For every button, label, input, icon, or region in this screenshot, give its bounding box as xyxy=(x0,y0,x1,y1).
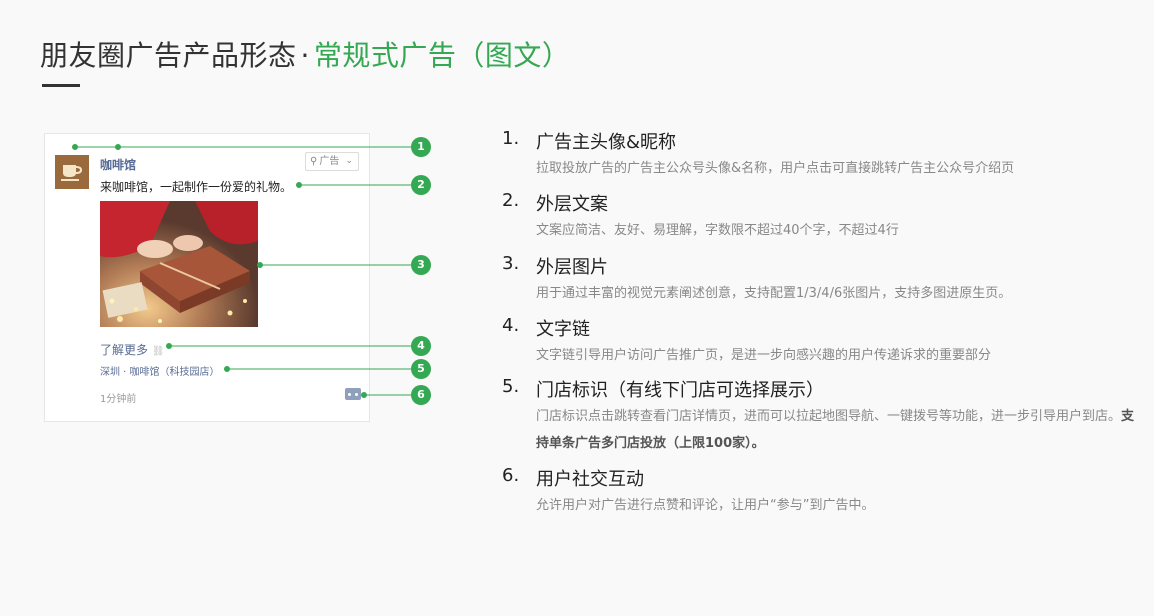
feature-title: 外层文案 xyxy=(536,194,608,215)
feature-number: 1. xyxy=(502,128,520,149)
feature-desc: 允许用户对广告进行点赞和评论，让用户“参与”到广告中。 xyxy=(536,498,875,513)
store-label[interactable]: 深圳 · 咖啡馆（科技园店） xyxy=(100,363,220,378)
feature-desc-text: 门店标识点击跳转查看门店详情页，进而可以拉起地图导航、一键拨号等功能，进一步引导… xyxy=(536,409,1122,424)
location-pin-icon: ⚲ xyxy=(310,156,318,167)
comment-icon[interactable] xyxy=(345,388,361,400)
callout-badge-5: 5 xyxy=(411,359,431,379)
feature-number: 3. xyxy=(502,253,520,274)
callout-badge-4: 4 xyxy=(411,336,431,356)
ad-image[interactable] xyxy=(100,201,258,327)
feature-number: 2. xyxy=(502,190,520,211)
title-underline xyxy=(42,84,80,87)
ad-tag-label: 广告 xyxy=(319,156,340,167)
callout-badge-6: 6 xyxy=(411,385,431,405)
title-separator: · xyxy=(300,39,310,72)
callout-badge-1: 1 xyxy=(411,137,431,157)
feature-desc: 用于通过丰富的视觉元素阐述创意，支持配置1/3/4/6张图片，支持多图进原生页。 xyxy=(536,286,1012,301)
feature-desc: 拉取投放广告的广告主公众号头像&名称，用户点击可直接跳转广告主公众号介绍页 xyxy=(536,161,1015,176)
feature-title: 外层图片 xyxy=(536,257,608,278)
coffee-cup-icon xyxy=(61,165,83,181)
gift-wrapping-photo xyxy=(100,201,258,327)
advertiser-nickname[interactable]: 咖啡馆 xyxy=(100,156,136,173)
feature-number: 6. xyxy=(502,465,520,486)
ad-copy-text: 来咖啡馆，一起制作一份爱的礼物。 xyxy=(100,180,293,194)
feature-title: 门店标识（有线下门店可选择展示） xyxy=(536,380,824,401)
feature-desc: 门店标识点击跳转查看门店详情页，进而可以拉起地图导航、一键拨号等功能，进一步引导… xyxy=(536,403,1136,457)
feature-desc: 文字链引导用户访问广告推广页，是进一步向感兴趣的用户传递诉求的重要部分 xyxy=(536,348,992,363)
feature-title: 广告主头像&昵称 xyxy=(536,132,677,153)
text-link[interactable]: 了解更多 ⛓ xyxy=(100,341,165,358)
feature-number: 4. xyxy=(502,315,520,336)
title-main: 朋友圈广告产品形态 xyxy=(40,39,297,72)
ad-preview-card: 咖啡馆 ⚲ 广告 ⌄ 来咖啡馆，一起制作一份爱的礼物。 了解更多 ⛓ 深圳 · … xyxy=(44,133,370,422)
callout-badge-3: 3 xyxy=(411,255,431,275)
link-icon: ⛓ xyxy=(151,346,165,357)
post-time: 1分钟前 xyxy=(100,394,137,405)
callout-badge-2: 2 xyxy=(411,175,431,195)
title-highlight: 常规式广告（图文） xyxy=(313,39,571,72)
page-title: 朋友圈广告产品形态 · 常规式广告（图文） xyxy=(40,34,570,74)
feature-desc: 文案应简洁、友好、易理解，字数限不超过40个字，不超过4行 xyxy=(536,223,899,238)
text-link-label: 了解更多 xyxy=(100,343,149,357)
feature-title: 用户社交互动 xyxy=(536,469,644,490)
ad-tag-dropdown[interactable]: ⚲ 广告 ⌄ xyxy=(305,152,359,171)
advertiser-avatar[interactable] xyxy=(55,155,89,189)
chevron-down-icon: ⌄ xyxy=(345,156,353,166)
feature-number: 5. xyxy=(502,376,520,397)
feature-title: 文字链 xyxy=(536,319,590,340)
